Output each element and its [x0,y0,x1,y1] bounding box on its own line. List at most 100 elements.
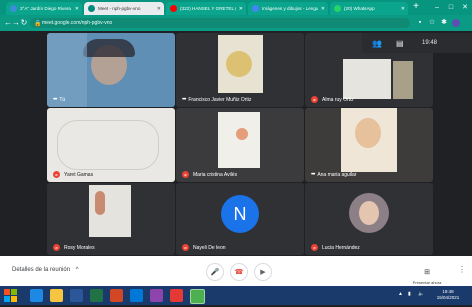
browser-tab[interactable]: Imágenes y dibujos - Lenguaje ✕ [248,2,328,15]
camera-button[interactable]: ▶ [254,263,272,281]
new-tab-button[interactable]: + [410,1,422,13]
whatsapp-favicon-icon [334,5,341,12]
taskbar-clock[interactable]: 19:48 15/04/2021 [432,289,464,301]
mic-off-icon: ⌀ [53,244,60,251]
present-label: Presentar ahora [412,280,442,285]
participant-name: ••• Tú [53,97,66,103]
tab-title: (20) WhatsApp [344,6,375,11]
internet-explorer-icon[interactable] [30,289,43,302]
browser-tab[interactable]: (20) WhatsApp ✕ [330,2,408,15]
more-options-icon[interactable]: ⋮ [458,265,466,274]
tab-title: 3°A" Jardín Diego Rivera Tel: l [20,6,72,11]
close-icon[interactable]: ✕ [318,6,328,12]
meet-top-controls: 👥 ▤ 19:48 [362,33,472,53]
participant-name: ⌀ Alma ruy Ortiz [311,96,354,103]
participant-name: ⌀ Yaret Gamas [53,171,93,178]
meet-favicon-icon [88,5,95,12]
leave-call-button[interactable]: ☎ [230,263,248,281]
profile-avatar[interactable] [452,19,460,27]
participant-tile[interactable]: ⌀ Yaret Gamas [47,108,175,182]
close-icon[interactable]: ✕ [154,6,164,12]
tab-title: (322) HANSEL Y GRETEL (El) [180,6,236,11]
participant-hair [83,39,135,57]
address-bar: ← → ↻ 🔒 meet.google.com/nph-pgbv-vno ▪ ☆… [0,15,472,31]
meeting-details-button[interactable]: Detalles de la reunión ^ [12,267,79,273]
tab-title: Imágenes y dibujos - Lenguaje [262,6,318,11]
chat-icon[interactable]: ▤ [396,39,404,48]
participant-hand [95,191,105,215]
meeting-details-label: Detalles de la reunión [12,267,71,273]
microphone-button[interactable]: 🎤 [206,263,224,281]
browser-tab[interactable]: 3°A" Jardín Diego Rivera Tel: l ✕ [6,2,82,15]
close-icon[interactable]: ✕ [72,6,82,12]
show-hidden-icons-icon[interactable]: ▲ [398,291,403,297]
participant-name: ⌀ Lucia Hernández [311,244,360,251]
mic-off-icon: ⌀ [182,171,189,178]
close-icon[interactable]: ✕ [236,6,246,12]
outlook-icon[interactable] [130,289,143,302]
media-icon[interactable] [150,289,163,302]
participant-tile[interactable]: ⌀ Maria cristina Avilés [176,108,304,182]
background-curtain [47,33,87,107]
app-icon[interactable] [170,289,183,302]
reload-icon[interactable]: ↻ [19,18,29,28]
chrome-icon[interactable] [190,289,205,304]
meeting-time: 19:48 [422,40,438,46]
mic-off-icon: ⌀ [53,171,60,178]
people-icon[interactable]: 👥 [372,39,382,48]
avatar [349,193,389,233]
mic-off-icon: ⌀ [311,244,318,251]
network-icon[interactable]: ▮ [408,291,411,297]
lock-icon: 🔒 [34,20,42,27]
participant-tile[interactable]: ••• Ana maria aguilar [305,108,433,182]
browser-tab[interactable]: (322) HANSEL Y GRETEL (El) ✕ [166,2,246,15]
camera-icon: ▶ [260,269,266,276]
volume-icon[interactable]: 🔈 [418,291,424,297]
participant-tile[interactable]: ⌀ Rosy Morales [47,183,175,255]
windows-start-icon[interactable] [4,289,17,302]
meet-video-grid: ••• Tú ••• Francisco Javier Muñiz Ortiz ⌀ A… [0,31,472,256]
drawing-sketch [57,120,159,170]
participant-name: ⌀ Maria cristina Avilés [182,171,237,178]
drawing-sketch [236,128,248,140]
drawing-paper [343,59,391,99]
file-explorer-icon[interactable] [50,289,63,302]
drawing-sketch [226,51,252,77]
participant-tile[interactable]: N ⌀ Nayeli De leon [176,183,304,255]
excel-icon[interactable] [90,289,103,302]
word-icon[interactable] [70,289,83,302]
star-icon[interactable]: ☆ [427,18,437,28]
extensions-icon[interactable]: ✱ [439,18,449,28]
participant-tile[interactable]: ⌀ Lucia Hernández [305,183,433,255]
present-now-button[interactable]: ⊞ Presentar ahora [409,261,445,285]
doc-favicon-icon [252,5,259,12]
participant-tile[interactable]: ••• Francisco Javier Muñiz Ortiz [176,33,304,107]
phone-hangup-icon: ☎ [234,269,244,276]
participant-hand [393,61,413,99]
clock-date: 15/04/2021 [436,295,460,300]
avatar-face [359,201,379,225]
present-screen-icon: ⊞ [424,269,430,276]
participant-name: ••• Ana maria aguilar [311,172,357,178]
mic-off-icon: ⌀ [311,96,318,103]
url-text: meet.google.com/nph-pgbv-vno [42,20,113,26]
url-field[interactable]: 🔒 meet.google.com/nph-pgbv-vno [30,18,410,28]
browser-tab-strip: 3°A" Jardín Diego Rivera Tel: l ✕ Meet -… [0,0,472,15]
powerpoint-icon[interactable] [110,289,123,302]
participant-name: ••• Francisco Javier Muñiz Ortiz [182,97,252,103]
mic-off-icon: ⌀ [182,244,189,251]
tab-title: Meet - nph-pgbv-vno [98,6,141,11]
camera-indicator-icon[interactable]: ▪ [415,18,425,28]
youtube-favicon-icon [170,5,177,12]
minimize-icon[interactable]: – [430,0,444,15]
maximize-icon[interactable]: □ [444,0,458,15]
close-icon[interactable]: ✕ [398,6,408,12]
participant-name: ⌀ Rosy Morales [53,244,95,251]
chevron-up-icon: ^ [75,267,79,273]
participant-tile[interactable]: ••• Tú [47,33,175,107]
close-window-icon[interactable]: ✕ [458,0,472,15]
drawing-paper [218,112,260,168]
browser-tab-active[interactable]: Meet - nph-pgbv-vno ✕ [84,2,164,15]
meeting-controls-bar: Detalles de la reunión ^ 🎤 ☎ ▶ ⊞ Present… [0,256,472,286]
tab-favicon-icon [10,5,17,12]
